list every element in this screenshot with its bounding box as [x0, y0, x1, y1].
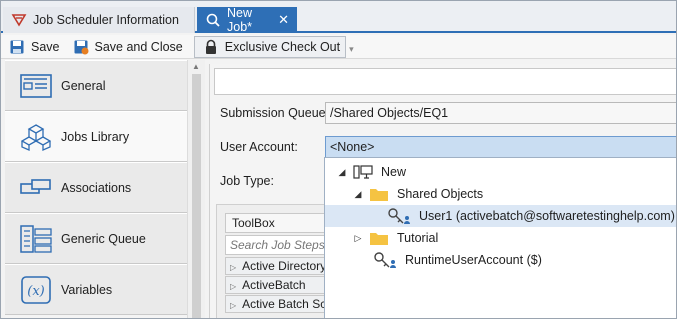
user-key-icon: [373, 251, 397, 269]
expand-icon[interactable]: ▷: [353, 233, 363, 244]
submission-queue-label: Submission Queue:: [220, 106, 330, 120]
nav-item-associations[interactable]: Associations: [5, 162, 187, 213]
collapse-icon[interactable]: ◢: [337, 167, 347, 178]
general-icon: [19, 71, 53, 101]
associations-icon: [19, 173, 53, 203]
tab-strip: Job Scheduler Information New Job* ✕: [1, 1, 676, 34]
computer-icon: [353, 163, 373, 181]
exclusive-check-out-button[interactable]: Exclusive Check Out: [193, 35, 347, 58]
variables-icon: (x): [19, 275, 53, 305]
nav-label: Variables: [61, 282, 113, 297]
folder-icon: [369, 185, 389, 203]
lock-icon: [203, 39, 219, 55]
category-label: Active Directory: [242, 259, 327, 273]
category-label: Active Batch Sc: [242, 297, 327, 311]
scrollbar-thumb[interactable]: [192, 74, 201, 318]
tree-label: User1 (activebatch@softwaretestinghelp.c…: [419, 209, 675, 223]
toolbox-category[interactable]: ▷ Active Directory: [225, 257, 335, 275]
nav-label: Generic Queue: [61, 231, 146, 246]
scroll-up-icon[interactable]: ▲: [192, 62, 200, 71]
toolbox-title: ToolBox: [225, 213, 335, 233]
job-icon: [205, 12, 221, 28]
user-account-popup: ◢ New ◢ Shared Objects User1 (activebatc…: [324, 157, 676, 318]
nav-label: General: [61, 78, 106, 93]
job-type-label: Job Type:: [220, 174, 274, 188]
window: Job Scheduler Information New Job* ✕ Sav…: [0, 0, 677, 319]
nav-label: Jobs Library: [61, 129, 130, 144]
folder-icon: [369, 229, 389, 247]
nav-scrollbar[interactable]: ▲: [187, 60, 205, 318]
user-account-label: User Account:: [220, 140, 298, 154]
toolbox: ToolBox Search Job Steps ▷ Active Directo…: [216, 204, 336, 318]
queue-icon: [19, 224, 53, 254]
category-label: ActiveBatch: [242, 278, 306, 292]
toolbar: Save Save and Close Exclusive Check Out …: [1, 35, 676, 59]
search-job-steps-input[interactable]: Search Job Steps: [225, 235, 335, 255]
checkout-label: Exclusive Check Out: [224, 39, 341, 54]
save-icon: [9, 39, 25, 55]
save-and-close-button[interactable]: Save and Close: [65, 36, 188, 58]
nav-item-jobs-library[interactable]: Jobs Library: [5, 111, 187, 162]
tree-label: RuntimeUserAccount ($): [405, 253, 542, 267]
tree-item-tutorial[interactable]: ▷ Tutorial: [325, 227, 676, 249]
svg-text:(x): (x): [27, 284, 44, 299]
tab-job-scheduler-information[interactable]: Job Scheduler Information: [3, 7, 195, 33]
user-key-icon: [387, 207, 411, 225]
nav-item-general[interactable]: General: [5, 60, 187, 111]
tree-item-user1[interactable]: User1 (activebatch@softwaretestinghelp.c…: [325, 205, 676, 227]
toolbox-category[interactable]: ▷ ActiveBatch: [225, 276, 335, 294]
close-icon[interactable]: ✕: [278, 12, 289, 28]
left-nav: General Jobs Library Associations Generi…: [5, 60, 187, 318]
scheduler-icon: [11, 12, 27, 28]
tree-label: Shared Objects: [397, 187, 484, 201]
submission-queue-field[interactable]: /Shared Objects/EQ1: [325, 102, 676, 124]
tree-item-shared-objects[interactable]: ◢ Shared Objects: [325, 183, 676, 205]
save-close-label: Save and Close: [94, 39, 183, 54]
expand-icon: ▷: [230, 301, 237, 310]
save-button[interactable]: Save: [1, 36, 65, 58]
user-account-dropdown[interactable]: <None>: [325, 136, 676, 158]
tree-label: New: [381, 165, 407, 179]
job-name-input[interactable]: [214, 68, 676, 95]
save-label: Save: [31, 39, 60, 54]
tree-item-new[interactable]: ◢ New: [325, 161, 676, 183]
save-close-icon: [73, 39, 89, 55]
tab-label: New Job*: [227, 6, 253, 34]
tab-label: Job Scheduler Information: [33, 13, 179, 27]
tree-item-runtime-user-account[interactable]: RuntimeUserAccount ($): [325, 249, 676, 271]
toolbox-category[interactable]: ▷ Active Batch Sc: [225, 295, 335, 313]
expand-icon: ▷: [230, 263, 237, 272]
toolbar-overflow-icon[interactable]: ▾: [349, 44, 354, 55]
cubes-icon: [19, 122, 53, 152]
tab-new-job[interactable]: New Job* ✕: [197, 6, 297, 34]
tree-label: Tutorial: [397, 231, 439, 245]
nav-item-variables[interactable]: (x) Variables: [5, 264, 187, 315]
nav-item-generic-queue[interactable]: Generic Queue: [5, 213, 187, 264]
collapse-icon[interactable]: ◢: [353, 189, 363, 200]
expand-icon: ▷: [230, 282, 237, 291]
nav-label: Associations: [61, 180, 132, 195]
